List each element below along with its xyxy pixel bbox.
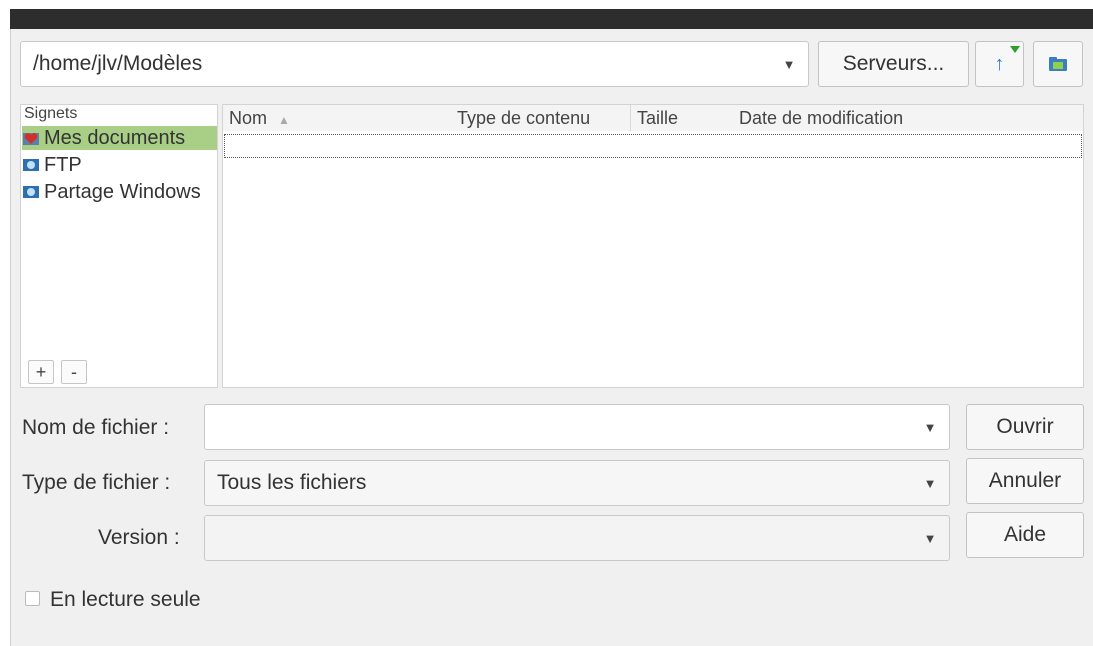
- cancel-button[interactable]: Annuler: [966, 458, 1084, 504]
- sort-ascending-icon: ▲: [278, 113, 290, 127]
- bookmark-label: Mes documents: [44, 126, 186, 149]
- add-bookmark-button[interactable]: +: [28, 360, 54, 384]
- network-folder-icon: [23, 186, 39, 198]
- bookmark-label: FTP: [44, 153, 82, 176]
- servers-button[interactable]: Serveurs...: [818, 41, 969, 87]
- bookmark-item-mes-documents[interactable]: Mes documents: [22, 126, 217, 150]
- network-folder-icon: [23, 159, 39, 171]
- remove-bookmark-button[interactable]: -: [61, 360, 87, 384]
- path-input[interactable]: /home/jlv/Modèles: [33, 52, 202, 76]
- filetype-select[interactable]: Tous les fichiers ▼: [204, 460, 950, 506]
- readonly-label[interactable]: En lecture seule: [50, 588, 201, 612]
- open-button[interactable]: Ouvrir: [966, 404, 1084, 450]
- bookmarks-header: Signets: [24, 105, 78, 122]
- new-folder-button[interactable]: [1033, 41, 1083, 87]
- filename-label: Nom de fichier :: [22, 416, 170, 439]
- chevron-down-icon[interactable]: ▼: [911, 405, 949, 449]
- readonly-checkbox[interactable]: [25, 591, 40, 606]
- window-title-bar: [10, 9, 1093, 29]
- arrow-up-icon: ↑: [994, 52, 1005, 75]
- version-label: Version :: [98, 526, 180, 549]
- column-header-size[interactable]: Taille: [631, 105, 734, 131]
- chevron-down-icon[interactable]: ▼: [911, 461, 949, 505]
- dropdown-indicator-icon: [1010, 46, 1020, 53]
- chevron-down-icon[interactable]: ▼: [911, 516, 949, 560]
- help-button[interactable]: Aide: [966, 512, 1084, 558]
- path-combobox[interactable]: /home/jlv/Modèles ▼: [20, 41, 809, 87]
- column-header-date[interactable]: Date de modification: [733, 105, 1083, 131]
- column-header-type[interactable]: Type de contenu: [451, 105, 631, 131]
- top-margin: [0, 0, 1093, 9]
- version-select[interactable]: ▼: [204, 515, 950, 561]
- focus-row[interactable]: [224, 134, 1082, 158]
- filetype-value: Tous les fichiers: [217, 471, 367, 494]
- bookmark-item-partage-windows[interactable]: Partage Windows: [22, 180, 217, 204]
- heart-folder-icon: [23, 133, 39, 145]
- bookmark-item-ftp[interactable]: FTP: [22, 153, 217, 177]
- filetype-label: Type de fichier :: [22, 471, 171, 494]
- up-folder-button[interactable]: ↑: [975, 41, 1024, 87]
- new-folder-icon: [1049, 57, 1067, 71]
- column-header-name[interactable]: Nom ▲: [223, 105, 454, 131]
- filename-combobox[interactable]: ▼: [204, 404, 950, 450]
- chevron-down-icon[interactable]: ▼: [770, 42, 808, 86]
- bookmark-label: Partage Windows: [44, 180, 201, 203]
